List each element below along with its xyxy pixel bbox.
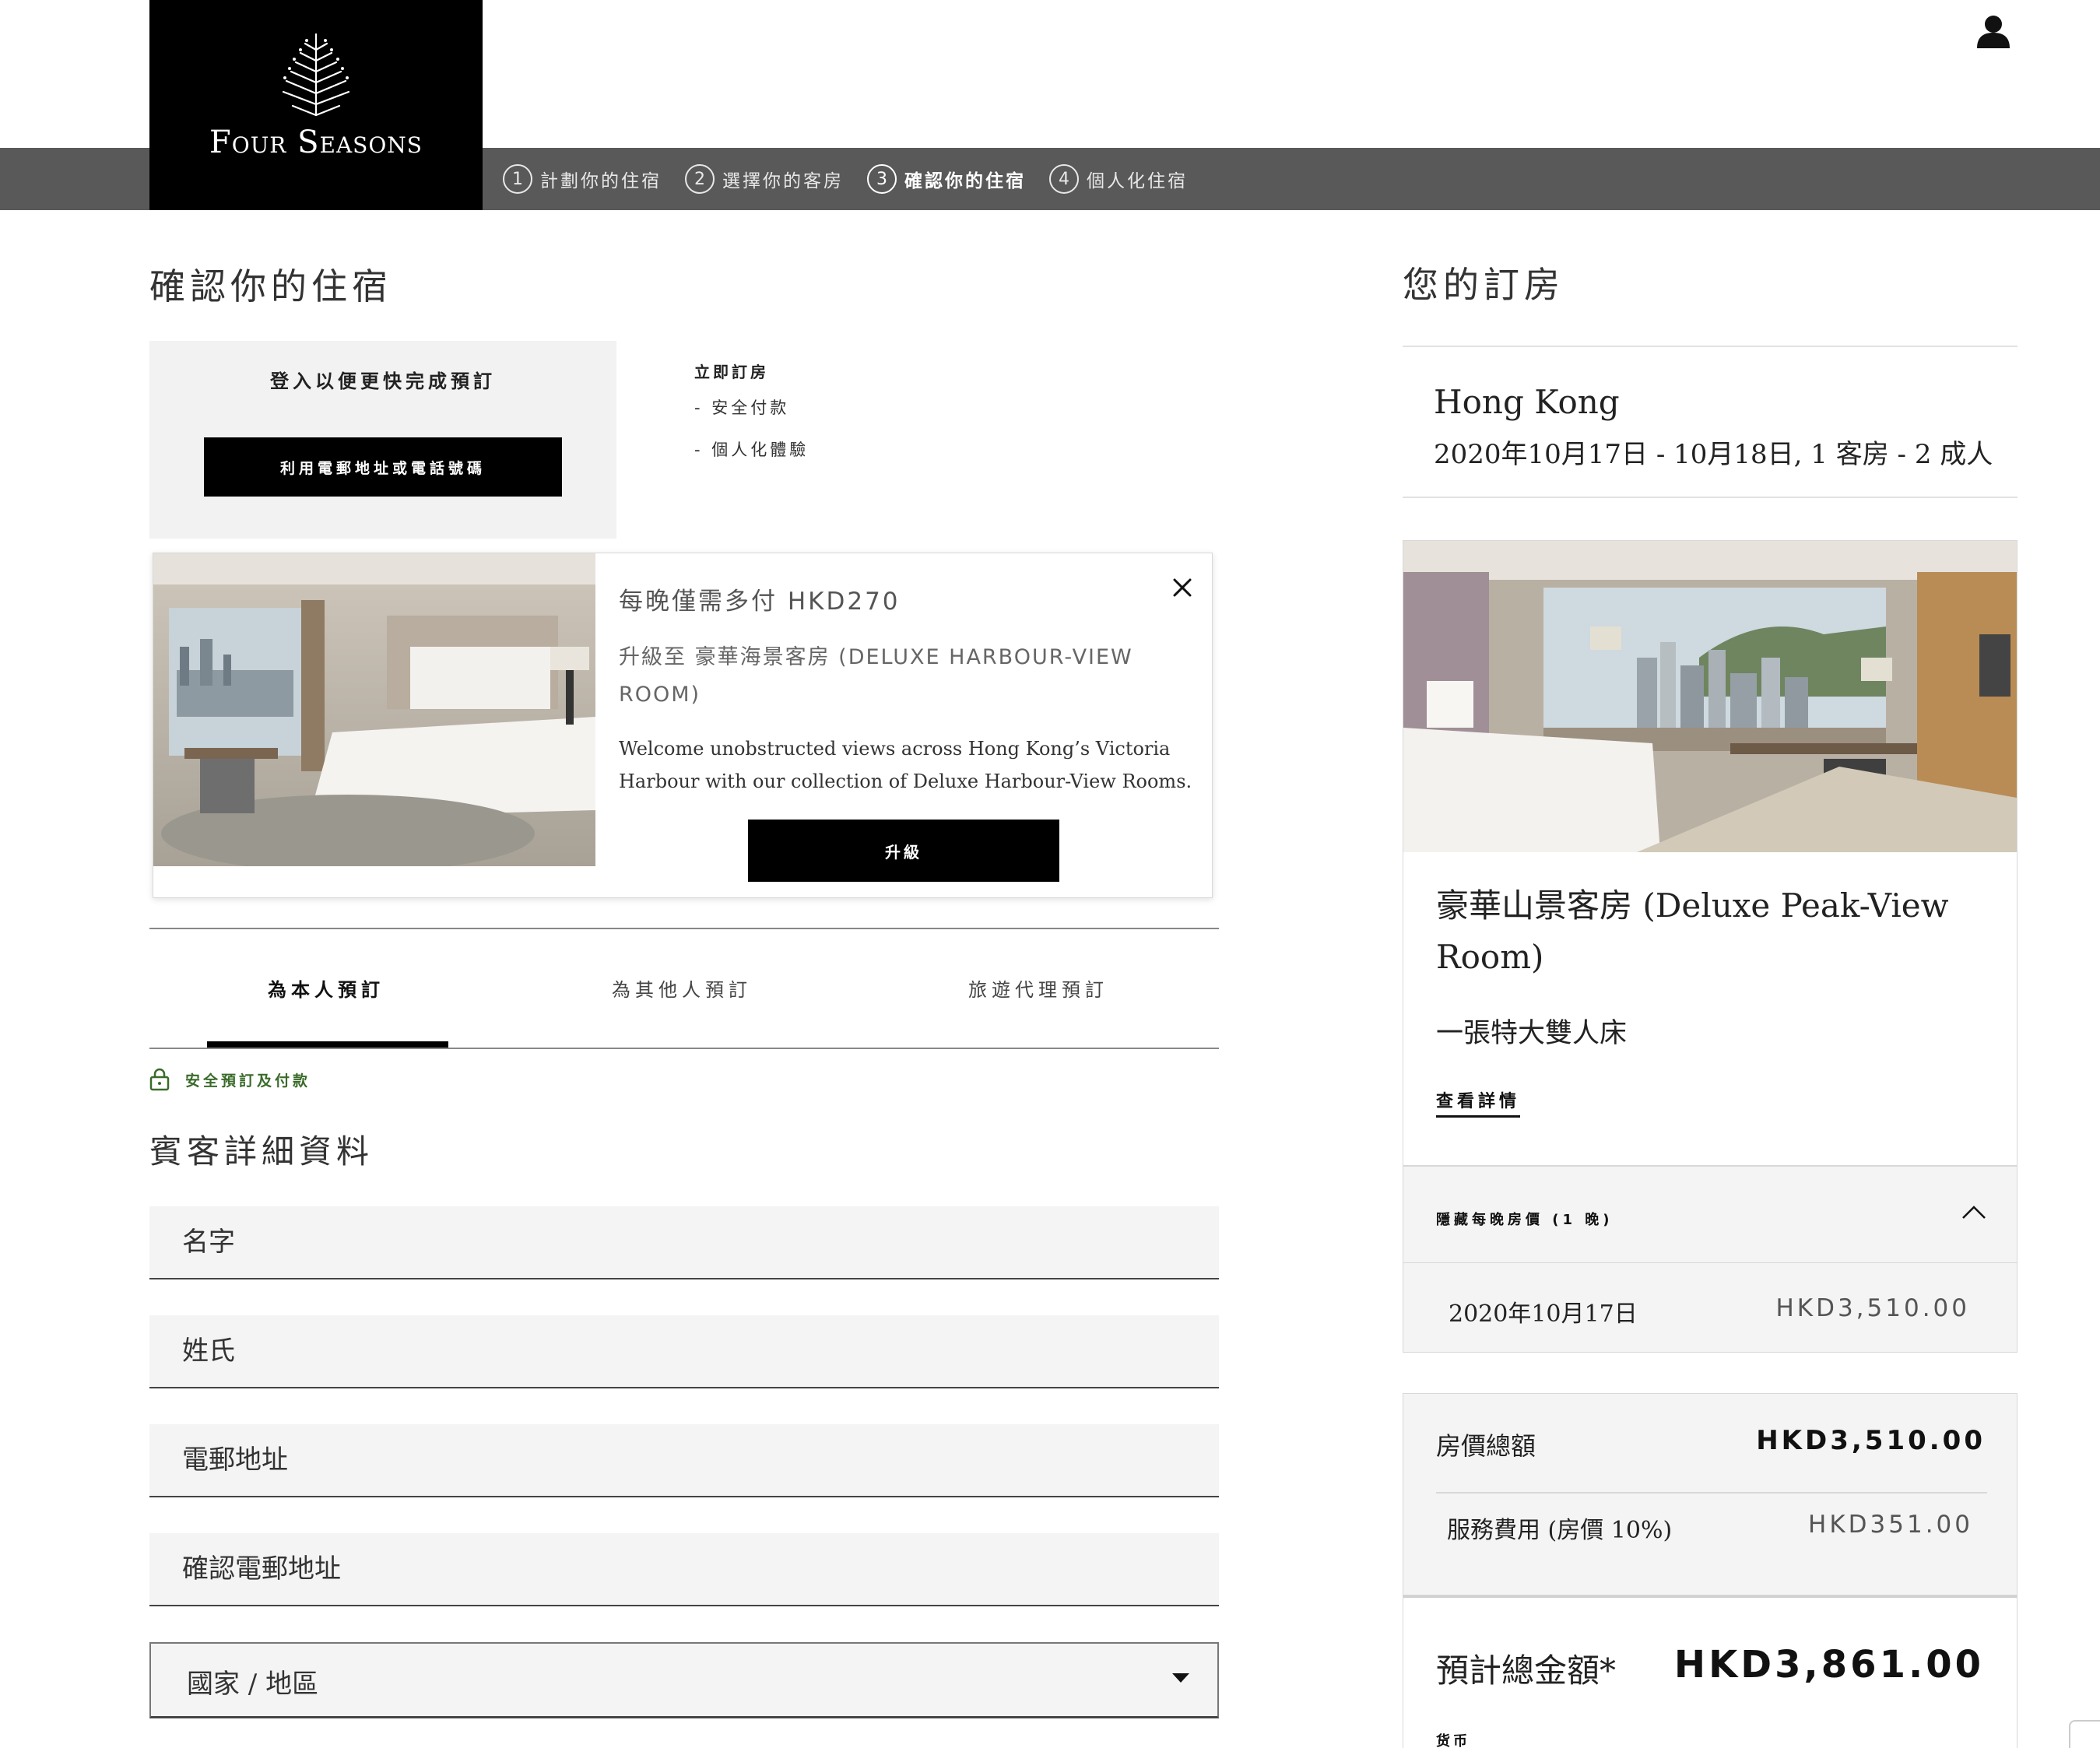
four-seasons-logo[interactable]: Four Seasons: [149, 0, 483, 210]
booking-summary-title: 您的訂房: [1403, 264, 1564, 306]
tabs-divider-bottom: [149, 1048, 1219, 1049]
grand-total-panel: 預計總金額* HKD3,861.00 货币: [1403, 1595, 2017, 1748]
step-choose-room[interactable]: 2 選擇你的客房: [685, 164, 844, 194]
book-now-title: 立即訂房: [694, 363, 769, 381]
price-breakdown: 房價總額 HKD3,510.00 服務費用 (房價 10%) HKD351.00: [1403, 1393, 2017, 1595]
upgrade-room-name: 升級至 豪華海景客房 (DELUXE HARBOUR-VIEW ROOM): [619, 645, 1133, 707]
email-field[interactable]: [149, 1424, 1219, 1497]
close-icon[interactable]: [1170, 575, 1195, 600]
active-tab-indicator: [207, 1041, 448, 1048]
nightly-rates-panel: 隱藏每晚房價 (1 晚) 2020年10月17日 HKD3,510.00: [1403, 1166, 2017, 1353]
step-personalize-stay[interactable]: 4 個人化住宿: [1049, 164, 1188, 194]
divider: [1403, 346, 2017, 347]
room-card: 豪華山景客房 (Deluxe Peak-View Room) 一張特大雙人床 查…: [1403, 540, 2017, 1166]
currency-label: 货币: [1436, 1733, 1470, 1748]
country-select[interactable]: 國家 / 地區: [149, 1642, 1219, 1718]
grand-total-amount: HKD3,861.00: [1673, 1643, 1984, 1687]
login-title: 登入以便更快完成預訂: [270, 370, 496, 392]
chevron-up-icon: [1962, 1206, 1986, 1219]
last-name-field[interactable]: [149, 1315, 1219, 1388]
room-photo: [1403, 541, 2017, 852]
nightly-rates-title: 隱藏每晚房價 (1 晚): [1436, 1212, 1614, 1228]
login-email-phone-button[interactable]: 利用電郵地址或電話號碼: [204, 437, 562, 497]
tab-book-for-self[interactable]: 為本人預訂: [268, 974, 385, 1002]
country-select-label: 國家 / 地區: [187, 1669, 319, 1700]
chat-widget-edge[interactable]: [2069, 1720, 2100, 1748]
lock-icon: [149, 1068, 170, 1091]
guest-details-title: 賓客詳細資料: [149, 1132, 374, 1171]
room-total-label: 房價總額: [1436, 1431, 1536, 1461]
tabs-divider-top: [149, 928, 1219, 929]
tree-logo-icon: [282, 33, 350, 117]
secure-booking-notice: 安全預訂及付款: [149, 1068, 311, 1091]
upgrade-description: Welcome unobstructed views across Hong K…: [619, 738, 1192, 792]
nightly-date: 2020年10月17日: [1449, 1300, 1638, 1328]
page-title: 確認你的住宿: [149, 265, 392, 307]
step-label: 確認你的住宿: [904, 171, 1026, 191]
step-number: 1: [503, 164, 532, 194]
view-details-link[interactable]: 查看詳情: [1436, 1087, 1521, 1118]
service-fee-label: 服務費用 (房價 10%): [1447, 1517, 1673, 1544]
step-label: 計劃你的住宿: [540, 171, 662, 191]
divider: [1403, 497, 2017, 498]
upgrade-room-photo: [153, 553, 595, 866]
step-plan-stay[interactable]: 1 計劃你的住宿: [503, 164, 662, 194]
step-number: 3: [867, 164, 897, 194]
confirm-email-field[interactable]: [149, 1533, 1219, 1606]
upgrade-price: 每晚僅需多付 HKD270: [619, 588, 901, 616]
upgrade-button[interactable]: 升級: [748, 820, 1059, 882]
bed-type: 一張特大雙人床: [1436, 1018, 1628, 1049]
tab-travel-agent[interactable]: 旅遊代理預訂: [968, 974, 1108, 1002]
user-account-icon[interactable]: [1977, 14, 2010, 48]
secure-label: 安全預訂及付款: [185, 1072, 311, 1090]
tab-book-for-others[interactable]: 為其他人預訂: [612, 974, 752, 1002]
chevron-down-icon: [1172, 1673, 1189, 1683]
nightly-rates-toggle[interactable]: 隱藏每晚房價 (1 晚): [1403, 1167, 2017, 1263]
grand-total-label: 預計總金額*: [1436, 1651, 1617, 1690]
step-confirm-stay[interactable]: 3 確認你的住宿: [867, 164, 1026, 194]
service-fee-amount: HKD351.00: [1808, 1511, 1973, 1539]
divider: [1436, 1492, 1987, 1494]
booking-steps: 1 計劃你的住宿 2 選擇你的客房 3 確認你的住宿 4 個人化住宿: [503, 148, 1188, 210]
nightly-amount: HKD3,510.00: [1775, 1294, 1970, 1322]
upgrade-offer-card: 每晚僅需多付 HKD270 升級至 豪華海景客房 (DELUXE HARBOUR…: [153, 553, 1213, 898]
step-label: 選擇你的客房: [722, 171, 844, 191]
room-name: 豪華山景客房 (Deluxe Peak-View Room): [1436, 886, 1949, 976]
booking-city: Hong Kong: [1434, 383, 1620, 421]
step-number: 4: [1049, 164, 1079, 194]
booking-dates: 2020年10月17日 - 10月18日, 1 客房 - 2 成人: [1434, 439, 1993, 470]
brand-name: Four Seasons: [209, 125, 423, 160]
benefit-secure-payment: - 安全付款: [694, 398, 790, 417]
benefit-personalized: - 個人化體驗: [694, 441, 809, 459]
step-number: 2: [685, 164, 715, 194]
first-name-field[interactable]: [149, 1206, 1219, 1279]
step-label: 個人化住宿: [1087, 171, 1188, 191]
room-total-amount: HKD3,510.00: [1756, 1425, 1986, 1456]
